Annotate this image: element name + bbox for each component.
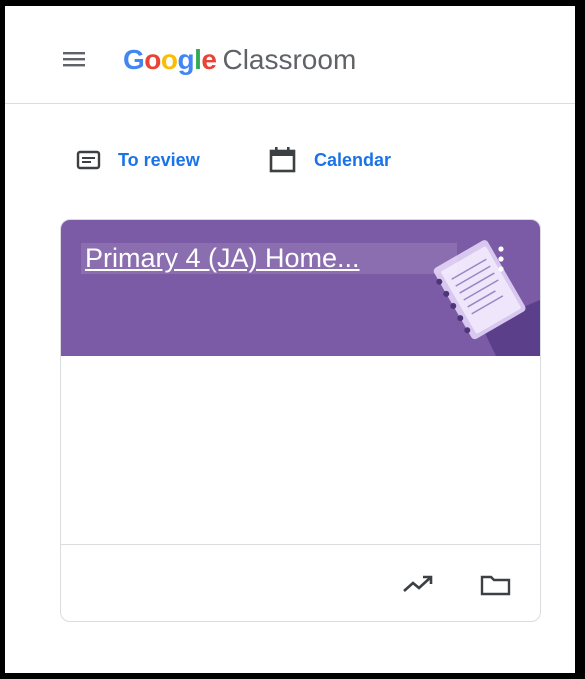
logo-letter: o bbox=[144, 44, 161, 75]
class-options-button[interactable] bbox=[493, 242, 509, 276]
more-vert-icon bbox=[498, 246, 504, 272]
logo-letter: G bbox=[123, 44, 145, 75]
google-wordmark: Google bbox=[123, 44, 217, 76]
calendar-button[interactable]: Calendar bbox=[268, 145, 391, 175]
folder-icon bbox=[480, 575, 511, 596]
trending-up-icon bbox=[403, 575, 433, 592]
app-header: Google Classroom bbox=[5, 6, 575, 104]
hamburger-menu-icon bbox=[63, 52, 85, 67]
main-menu-button[interactable] bbox=[60, 49, 90, 69]
product-name: Classroom bbox=[222, 44, 357, 75]
logo-letter: l bbox=[194, 44, 202, 75]
calendar-label: Calendar bbox=[314, 149, 392, 170]
class-card-footer bbox=[61, 544, 540, 621]
to-review-label: To review bbox=[118, 149, 200, 170]
class-card-banner: Primary 4 (JA) Home... bbox=[61, 220, 540, 356]
open-class-folder-button[interactable] bbox=[479, 573, 513, 602]
logo-letter: e bbox=[201, 44, 217, 75]
view-gradebook-button[interactable] bbox=[401, 573, 435, 600]
assignment-list-icon bbox=[76, 150, 101, 170]
logo-letter: g bbox=[177, 44, 195, 75]
class-title-link[interactable]: Primary 4 (JA) Home... bbox=[81, 243, 457, 274]
calendar-icon bbox=[269, 147, 296, 173]
class-card[interactable]: Primary 4 (JA) Home... bbox=[60, 219, 541, 622]
google-classroom-logo[interactable]: Google Classroom bbox=[123, 44, 356, 76]
logo-letter: o bbox=[160, 44, 178, 75]
to-review-button[interactable]: To review bbox=[76, 145, 200, 175]
